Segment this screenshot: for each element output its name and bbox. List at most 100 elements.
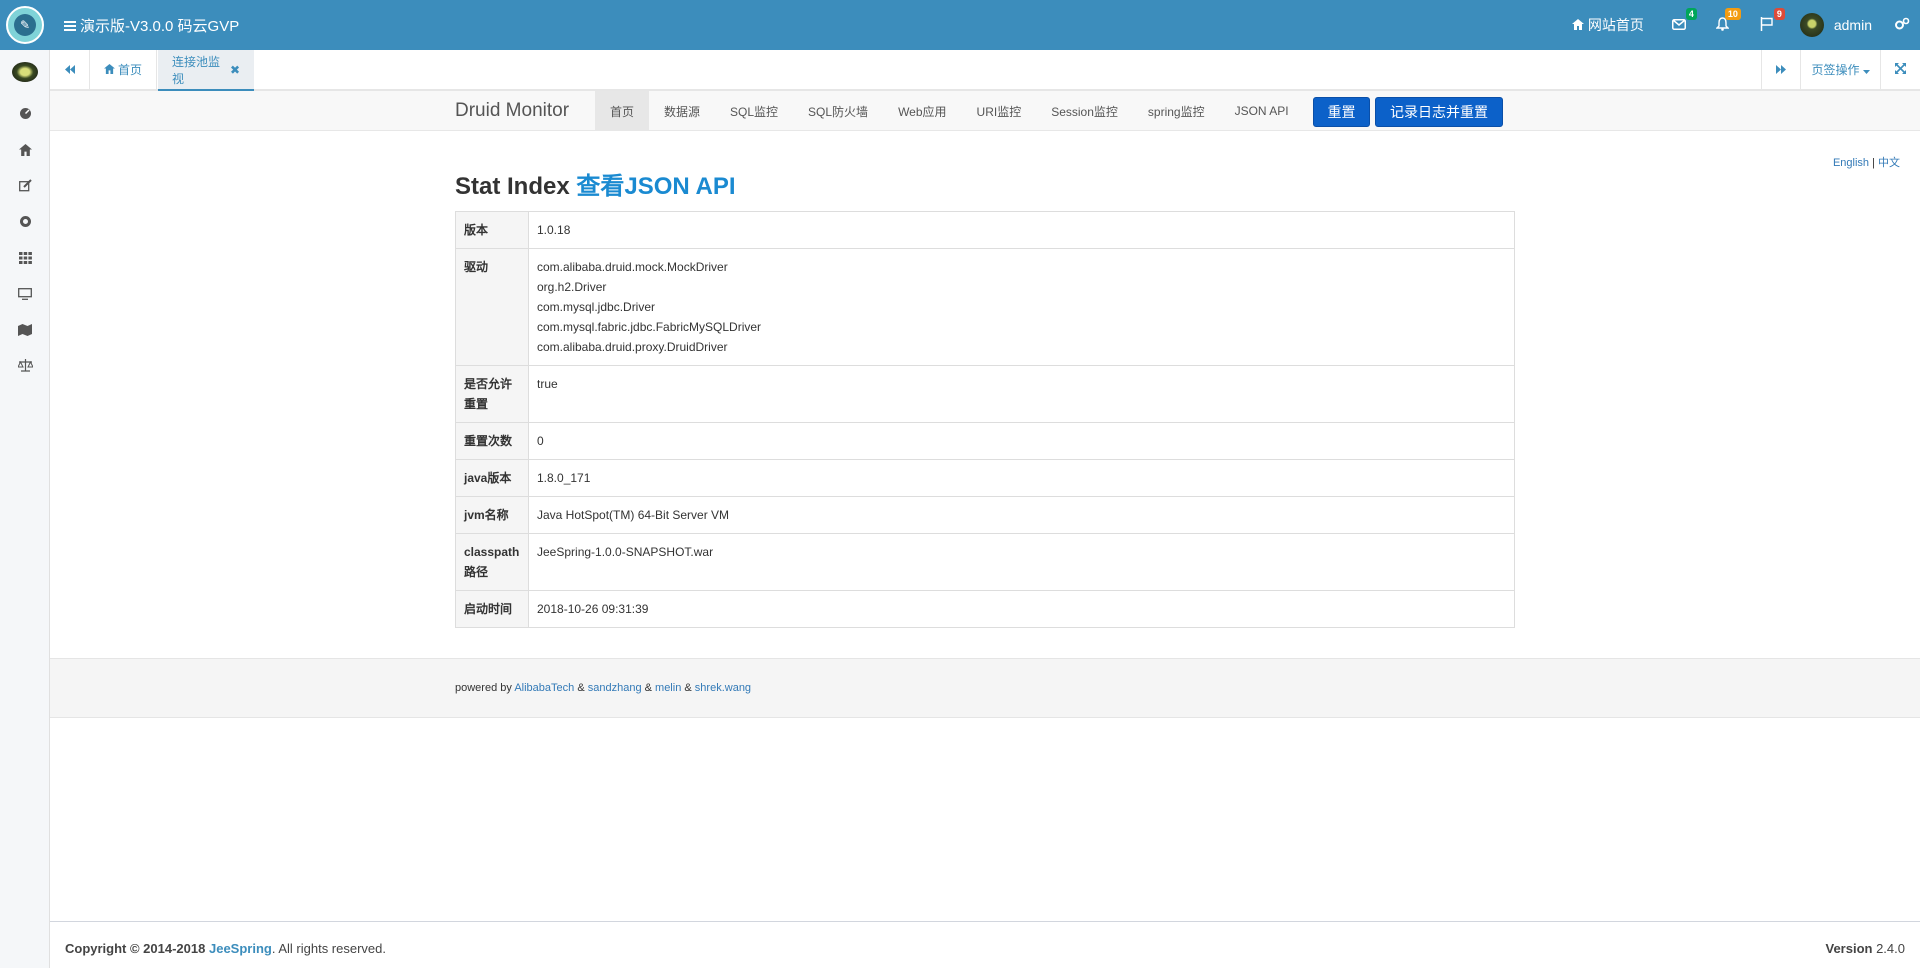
author-link[interactable]: melin	[655, 682, 681, 694]
druid-nav-home[interactable]: 首页	[595, 91, 650, 131]
dashboard-icon	[19, 107, 32, 123]
messages-badge: 4	[1685, 8, 1697, 20]
page-ops-label: 页签操作	[1811, 63, 1860, 77]
home-icon	[104, 63, 115, 77]
table-row: 是否允许重置 true	[455, 365, 1515, 423]
tabs-scroll-right-button[interactable]	[1761, 50, 1801, 89]
tab-pool-monitor-label: 连接池监视	[172, 54, 221, 86]
lang-english-link[interactable]: English	[1833, 157, 1869, 169]
row-label: java版本	[455, 459, 529, 497]
druid-brand[interactable]: Druid Monitor	[455, 100, 569, 122]
sidebar-item-home[interactable]	[17, 143, 33, 159]
hamburger-icon	[64, 20, 76, 31]
app-logo[interactable]: ✎	[6, 6, 44, 44]
table-row: 版本 1.0.18	[455, 211, 1515, 249]
lang-separator: |	[1872, 157, 1875, 169]
druid-nav-sql[interactable]: SQL监控	[715, 91, 793, 131]
sidebar-item-monitor[interactable]	[17, 287, 33, 303]
sidebar-item-balance[interactable]	[16, 359, 34, 375]
expand-icon	[1895, 62, 1906, 77]
flag-icon	[1760, 16, 1773, 34]
author-link[interactable]: AlibabaTech	[514, 682, 574, 694]
row-label: jvm名称	[455, 496, 529, 534]
messages-button[interactable]: 4	[1658, 0, 1702, 50]
row-value: Java HotSpot(TM) 64-Bit Server VM	[528, 496, 1515, 534]
amp: &	[644, 682, 652, 694]
sidebar-avatar[interactable]	[12, 62, 38, 82]
sidebar-item-settings[interactable]	[17, 215, 33, 231]
rights-text: . All rights reserved.	[271, 941, 386, 956]
row-label: 版本	[455, 211, 529, 249]
druid-nav-uri[interactable]: URI监控	[962, 91, 1037, 131]
sidebar-item-apps[interactable]	[17, 251, 33, 267]
page-title: Stat Index 查看JSON API	[455, 166, 736, 201]
sidebar	[0, 50, 50, 968]
row-value: 1.0.18	[537, 223, 571, 237]
home-icon	[1571, 17, 1584, 33]
lang-chinese-link[interactable]: 中文	[1878, 157, 1900, 169]
page-footer: Copyright © 2014-2018 JeeSpring. All rig…	[50, 921, 1920, 968]
monitor-icon	[18, 287, 32, 303]
fullscreen-button[interactable]	[1881, 50, 1920, 89]
tasks-button[interactable]: 9	[1746, 0, 1790, 50]
row-label: 驱动	[455, 248, 529, 366]
site-home-label: 网站首页	[1587, 17, 1644, 33]
druid-nav-spring[interactable]: spring监控	[1133, 91, 1220, 131]
view-json-api-link[interactable]: 查看JSON API	[576, 173, 735, 200]
table-row: 重置次数 0	[455, 422, 1515, 460]
druid-nav-session[interactable]: Session监控	[1036, 91, 1133, 131]
row-label: classpath路径	[455, 533, 529, 591]
amp: &	[577, 682, 585, 694]
author-link[interactable]: shrek.wang	[695, 682, 751, 694]
druid-nav-wall[interactable]: SQL防火墙	[793, 91, 883, 131]
copyright-text: Copyright © 2014-2018	[65, 941, 206, 956]
brand-link[interactable]: JeeSpring	[209, 941, 272, 956]
table-row: jvm名称 Java HotSpot(TM) 64-Bit Server VM	[455, 496, 1515, 534]
username: admin	[1833, 17, 1872, 33]
driver-item: com.alibaba.druid.proxy.DruidDriver	[537, 340, 728, 354]
close-icon[interactable]: ✖	[230, 63, 240, 77]
page-ops-dropdown[interactable]: 页签操作	[1801, 50, 1881, 89]
edit-icon	[18, 179, 32, 195]
table-row: 驱动 com.alibaba.druid.mock.MockDriver org…	[455, 248, 1515, 366]
reset-button[interactable]: 重置	[1313, 97, 1370, 127]
sidebar-item-map[interactable]	[17, 323, 33, 339]
user-menu[interactable]: admin	[1790, 0, 1884, 50]
balance-scale-icon	[16, 359, 34, 375]
tab-pool-monitor[interactable]: 连接池监视 ✖	[158, 50, 254, 91]
site-home-link[interactable]: 网站首页	[1558, 0, 1658, 50]
amp: &	[684, 682, 692, 694]
gear-icon	[19, 215, 32, 231]
double-chevron-right-icon	[1776, 63, 1786, 77]
stat-table: 版本 1.0.18 驱动 com.alibaba.druid.mock.Mock…	[455, 211, 1515, 628]
app-title-toggle[interactable]: 演示版-V3.0.0 码云GVP	[64, 15, 239, 36]
version-info: Version 2.4.0	[1825, 941, 1905, 956]
avatar	[1799, 13, 1824, 37]
row-value: 0	[528, 422, 1515, 460]
row-label: 重置次数	[455, 422, 529, 460]
row-value: true	[528, 365, 1515, 423]
sidebar-item-dashboard[interactable]	[17, 107, 33, 123]
double-chevron-left-icon	[64, 63, 75, 77]
powered-prefix: powered by	[455, 682, 512, 694]
log-and-reset-button[interactable]: 记录日志并重置	[1375, 97, 1503, 127]
table-row: 启动时间 2018-10-26 09:31:39	[455, 590, 1515, 628]
druid-nav-datasource[interactable]: 数据源	[649, 91, 715, 131]
page-title-text: Stat Index	[455, 173, 570, 200]
tab-home[interactable]: 首页	[90, 50, 158, 89]
author-link[interactable]: sandzhang	[588, 682, 642, 694]
table-row: java版本 1.8.0_171	[455, 459, 1515, 497]
envelope-icon	[1671, 17, 1686, 33]
map-icon	[18, 323, 32, 339]
settings-button[interactable]	[1884, 0, 1920, 50]
powered-by-text: powered by AlibabaTech & sandzhang & mel…	[455, 682, 751, 694]
druid-nav-webapp[interactable]: Web应用	[883, 91, 961, 131]
notifications-button[interactable]: 10	[1702, 0, 1746, 50]
row-label: 是否允许重置	[455, 365, 529, 423]
sidebar-item-edit[interactable]	[17, 179, 33, 195]
version-label: Version	[1825, 941, 1873, 956]
druid-nav-links: 首页 数据源 SQL监控 SQL防火墙 Web应用 URI监控 Session监…	[595, 91, 1304, 131]
druid-nav-json-api[interactable]: JSON API	[1220, 91, 1304, 131]
tabs-scroll-left-button[interactable]	[50, 50, 90, 89]
language-switch: English | 中文	[1833, 154, 1900, 170]
